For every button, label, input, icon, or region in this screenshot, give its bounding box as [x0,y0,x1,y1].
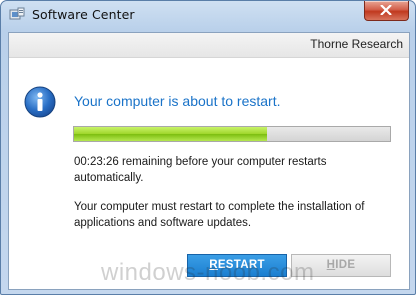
close-button[interactable] [364,1,409,21]
hide-access-key: H [326,259,336,271]
explanation-text: Your computer must restart to complete t… [74,201,365,229]
company-name: Thorne Research [310,37,403,51]
software-center-app-icon [9,7,25,23]
software-center-window: Software Center Thorne Research Your com… [0,0,416,295]
dialog-content: Thorne Research Your computer is about t… [8,32,410,290]
window-title: Software Center [32,7,135,22]
title-bar[interactable]: Software Center [1,1,415,31]
hide-label-rest: IDE [335,259,356,271]
restart-headline: Your computer is about to restart. [74,93,281,109]
progress-fill [74,127,267,141]
countdown-text: 00:23:26 remaining before your computer … [74,156,327,184]
info-icon [24,86,56,118]
watermark: windows-noob.com [101,259,315,286]
close-icon [380,5,392,15]
organization-header: Thorne Research [9,33,409,58]
restart-progress-bar [73,126,391,142]
